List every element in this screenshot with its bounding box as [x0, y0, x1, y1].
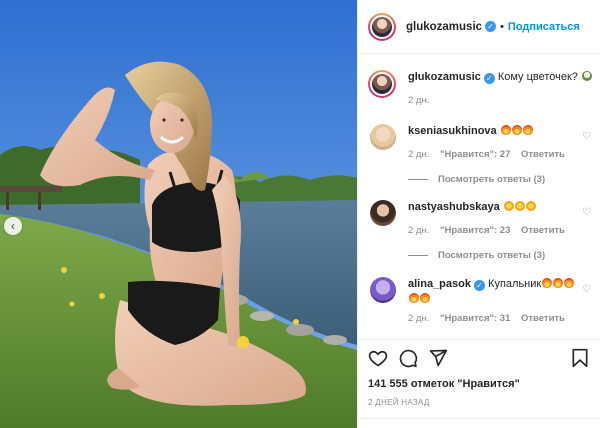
instagram-post: ‹ glukozamusic ✓ • Подписаться glukozamu… — [0, 0, 600, 428]
comment-meta: 2 дн. "Нравится": 23 Ответить — [408, 225, 594, 236]
comment-like-heart-icon[interactable]: ♡ — [582, 285, 592, 295]
flower-emoji-icon — [582, 71, 592, 81]
post-photo[interactable]: ‹ — [0, 0, 357, 428]
chevron-left-icon[interactable]: ‹ — [4, 217, 22, 235]
commenter-avatar[interactable] — [370, 124, 396, 150]
author-username[interactable]: glukozamusic — [406, 21, 482, 33]
caption-username[interactable]: glukozamusic — [408, 71, 481, 83]
comments-list[interactable]: glukozamusic ✓ Кому цветочек? 2 дн. kseni… — [358, 56, 600, 338]
verified-icon: ✓ — [485, 21, 497, 32]
caption-meta: 2 дн. — [408, 95, 594, 106]
fire-emoji-icon — [511, 125, 522, 135]
caption-time: 2 дн. — [408, 95, 430, 106]
reply-button[interactable]: Ответить — [521, 313, 565, 324]
fire-emoji-icon — [553, 278, 564, 288]
likes-count[interactable]: 141 555 отметок "Нравится" — [368, 378, 590, 390]
comment-item: alina_pasok ✓ Купальник 2 дн. "Нравится":… — [368, 277, 594, 324]
comment-item: nastyashubskaya 2 дн. "Нравится": 23 Отв… — [368, 200, 594, 261]
author-avatar[interactable] — [368, 12, 396, 41]
reply-button[interactable]: Ответить — [521, 225, 565, 236]
caption-text: Кому цветочек? — [497, 71, 578, 83]
action-row — [368, 348, 590, 372]
post-side-panel: glukozamusic ✓ • Подписаться glukozamusi… — [357, 0, 600, 428]
comment-time: 2 дн. — [408, 225, 430, 236]
comment-text: Купальник — [488, 278, 542, 290]
caption: glukozamusic ✓ Кому цветочек? 2 дн. — [368, 70, 594, 106]
fire-emoji-icon — [420, 293, 430, 303]
follow-button[interactable]: Подписаться — [508, 21, 580, 33]
commenter-avatar[interactable] — [370, 277, 396, 303]
post-date: 2 ДНЕЙ НАЗАД — [368, 398, 430, 407]
comment-like-heart-icon[interactable]: ♡ — [582, 132, 592, 142]
verified-icon: ✓ — [473, 280, 485, 291]
share-icon[interactable] — [428, 348, 448, 368]
comment-meta: 2 дн. "Нравится": 31 Ответить — [408, 313, 594, 324]
comment-body: kseniasukhinova — [408, 124, 594, 139]
fire-emoji-icon — [542, 278, 553, 288]
caption-body: glukozamusic ✓ Кому цветочек? — [408, 70, 594, 85]
star-struck-emoji-icon — [503, 201, 514, 211]
comment-time: 2 дн. — [408, 313, 430, 324]
comment-body: alina_pasok ✓ Купальник — [408, 277, 594, 307]
comment-item: kseniasukhinova 2 дн. "Нравится": 27 Отв… — [368, 124, 594, 185]
commenter-avatar[interactable] — [370, 200, 396, 226]
comment-meta: 2 дн. "Нравится": 27 Ответить — [408, 149, 594, 160]
view-replies-button[interactable]: Посмотреть ответы (3) — [408, 250, 594, 261]
fire-emoji-icon — [409, 293, 419, 303]
comment-likes[interactable]: "Нравится": 23 — [440, 225, 510, 236]
comment-like-heart-icon[interactable]: ♡ — [582, 208, 592, 218]
comment-username[interactable]: kseniasukhinova — [408, 125, 497, 137]
view-replies-button[interactable]: Посмотреть ответы (3) — [408, 174, 594, 185]
comment-likes[interactable]: "Нравится": 31 — [440, 313, 510, 324]
comment-icon[interactable] — [398, 348, 418, 368]
star-struck-emoji-icon — [514, 201, 525, 211]
bookmark-icon[interactable] — [570, 348, 590, 368]
reply-button[interactable]: Ответить — [521, 149, 565, 160]
fire-emoji-icon — [500, 125, 511, 135]
post-actions: 141 555 отметок "Нравится" 2 ДНЕЙ НАЗАД — [358, 339, 600, 407]
fire-emoji-icon — [564, 278, 575, 288]
comment-likes[interactable]: "Нравится": 27 — [440, 149, 510, 160]
post-header: glukozamusic ✓ • Подписаться — [358, 0, 600, 54]
add-comment-area[interactable] — [358, 418, 600, 428]
fire-emoji-icon — [522, 125, 533, 135]
comment-username[interactable]: alina_pasok — [408, 278, 471, 290]
separator-dot: • — [500, 20, 504, 33]
heart-icon[interactable] — [368, 348, 388, 368]
verified-icon: ✓ — [483, 73, 495, 84]
caption-avatar[interactable] — [368, 70, 396, 98]
photo-illustration — [0, 0, 357, 428]
comment-time: 2 дн. — [408, 149, 430, 160]
comment-body: nastyashubskaya — [408, 200, 594, 215]
comment-username[interactable]: nastyashubskaya — [408, 201, 500, 213]
star-struck-emoji-icon — [525, 201, 536, 211]
